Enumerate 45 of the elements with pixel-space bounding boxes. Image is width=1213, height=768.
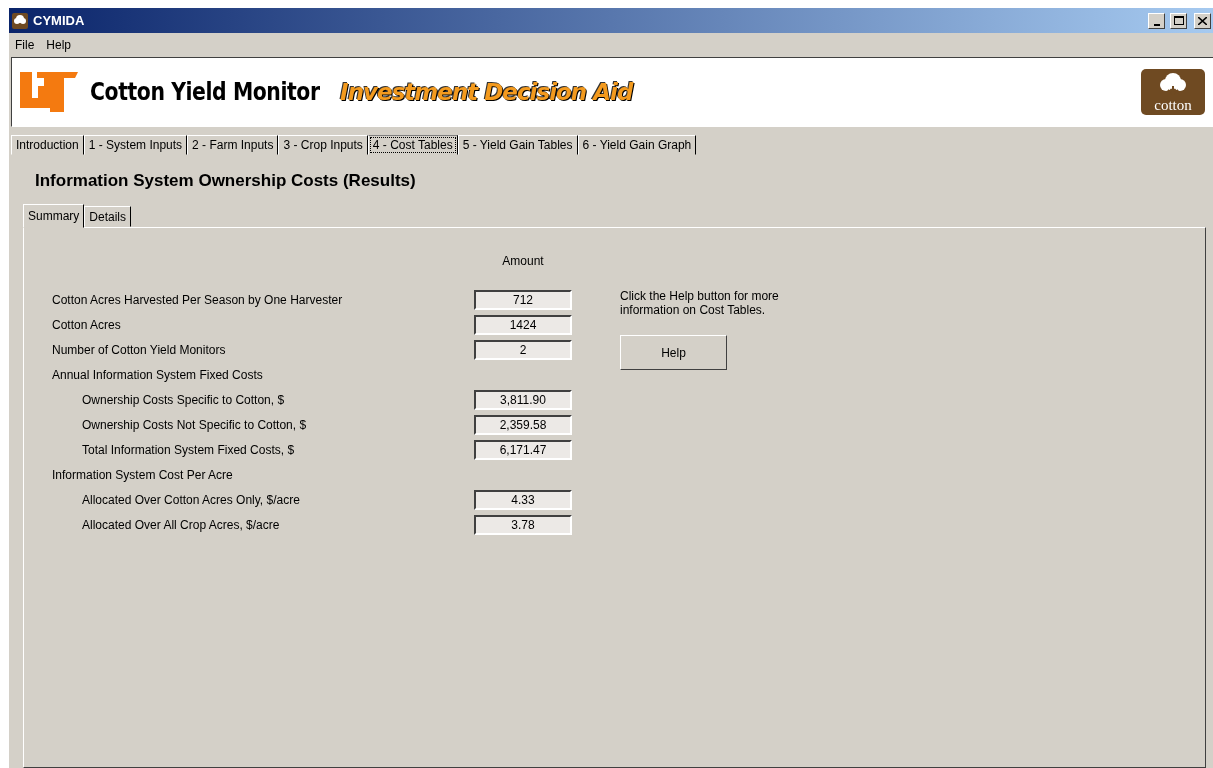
amount-field[interactable]: 3,811.90: [474, 389, 572, 410]
close-icon: [1198, 16, 1207, 25]
tab[interactable]: 2 - Farm Inputs: [187, 135, 279, 155]
help-text: Click the Help button for more information on Cost Tables.: [620, 289, 780, 317]
amount-field[interactable]: 2,359.58: [474, 414, 572, 435]
amount-field[interactable]: 1424: [474, 314, 572, 335]
tab[interactable]: Summary: [23, 204, 85, 228]
minimize-icon: [1153, 23, 1160, 26]
group-label: Annual Information System Fixed Costs: [52, 367, 264, 382]
maximize-icon: [1173, 16, 1184, 25]
ut-logo-icon: [20, 72, 78, 112]
row-label: Cotton Acres Harvested Per Season by One Harvester: [52, 292, 344, 307]
help-button[interactable]: Help: [620, 335, 727, 370]
tab[interactable]: 4 - Cost Tables: [367, 135, 458, 155]
minimize-button[interactable]: [1148, 12, 1165, 29]
tab[interactable]: 3 - Crop Inputs: [278, 135, 368, 155]
tab[interactable]: 6 - Yield Gain Graph: [577, 135, 697, 155]
amount-field[interactable]: 2: [474, 339, 572, 360]
amount-field[interactable]: 712: [474, 289, 572, 310]
row-label: Cotton Acres: [52, 317, 122, 332]
close-button[interactable]: [1194, 12, 1211, 29]
section-heading: Information System Ownership Costs (Results): [35, 171, 417, 191]
column-header: Amount: [501, 253, 545, 268]
maximize-button[interactable]: [1170, 12, 1187, 29]
tab[interactable]: Introduction: [11, 135, 84, 155]
group-label: Information System Cost Per Acre: [52, 467, 234, 482]
cotton-boll-icon: [12, 12, 28, 29]
app-subtitle: Investment Decision Aid: [340, 79, 633, 105]
row-label: Allocated Over Cotton Acres Only, $/acre: [82, 492, 301, 507]
row-label: Number of Cotton Yield Monitors: [52, 342, 227, 357]
menu-item[interactable]: File: [11, 36, 39, 54]
amount-field[interactable]: 4.33: [474, 489, 572, 510]
tab[interactable]: 5 - Yield Gain Tables: [457, 135, 578, 155]
logo-text: cotton: [1154, 98, 1192, 113]
row-label: Allocated Over All Crop Acres, $/acre: [82, 517, 281, 532]
window-title: CYMIDA: [33, 13, 86, 28]
tab[interactable]: Details: [84, 206, 132, 227]
row-label: Ownership Costs Not Specific to Cotton, $: [82, 417, 308, 432]
tab[interactable]: 1 - System Inputs: [83, 135, 188, 155]
menu-item[interactable]: Help: [42, 36, 76, 54]
amount-field[interactable]: 3.78: [474, 514, 572, 535]
row-label: Total Information System Fixed Costs, $: [82, 442, 296, 457]
row-label: Ownership Costs Specific to Cotton, $: [82, 392, 286, 407]
app-title: Cotton Yield Monitor: [90, 78, 320, 106]
amount-field[interactable]: 6,171.47: [474, 439, 572, 460]
